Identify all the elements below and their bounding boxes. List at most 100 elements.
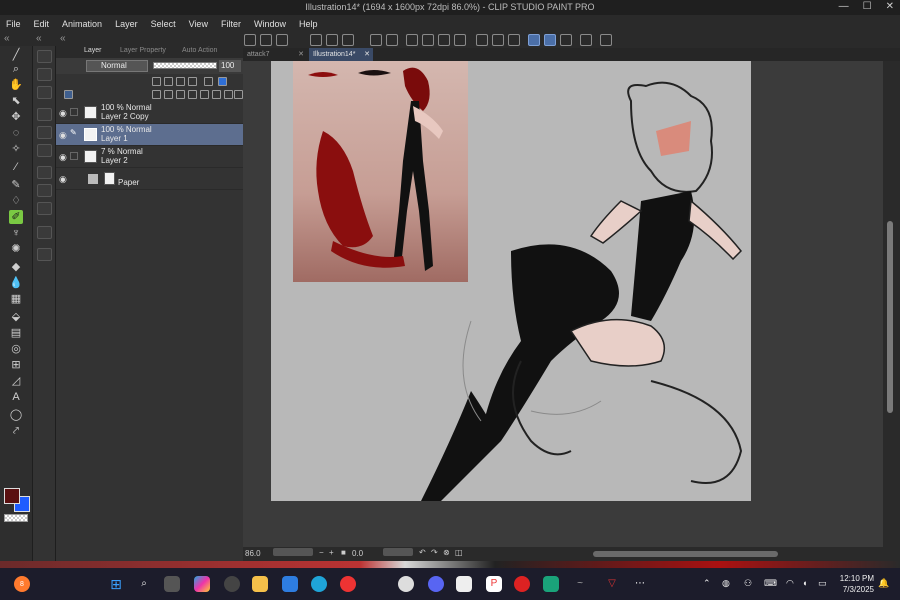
- tray-app-2-icon[interactable]: ⚇: [744, 578, 752, 589]
- magic-wand-icon[interactable]: ✧: [9, 142, 23, 156]
- rotate-right-icon[interactable]: ↷: [431, 548, 438, 557]
- search-icon[interactable]: ⌕: [136, 576, 152, 592]
- zoom-value[interactable]: 86.0: [245, 549, 261, 558]
- ruler-icon[interactable]: ◿: [9, 374, 23, 388]
- collapse-sub-icon[interactable]: «: [36, 33, 42, 44]
- keyboard-icon[interactable]: ⌨: [764, 578, 777, 589]
- menu-window[interactable]: Window: [254, 19, 286, 29]
- sub-tool-button-8[interactable]: [37, 184, 52, 197]
- edge-icon[interactable]: [311, 576, 327, 592]
- new-icon[interactable]: [244, 34, 256, 46]
- minimize-icon[interactable]: —: [839, 1, 849, 12]
- zoom-slider[interactable]: [273, 548, 313, 556]
- layer-row[interactable]: ◉ ✎ 100 % Normal Layer 1: [56, 124, 243, 146]
- sub-tool-button-4[interactable]: [37, 108, 52, 121]
- reference-icon[interactable]: [176, 77, 185, 86]
- opacity-slider[interactable]: [153, 62, 217, 69]
- task-view-icon[interactable]: [164, 576, 180, 592]
- move-icon[interactable]: ✥: [9, 110, 23, 124]
- battery-icon[interactable]: ▭: [818, 578, 827, 589]
- system-clock[interactable]: 12:10 PM 7/3/2025: [834, 573, 874, 595]
- deselect-icon[interactable]: [406, 34, 418, 46]
- collapse-left-icon[interactable]: «: [4, 33, 10, 44]
- cut-icon[interactable]: [326, 34, 338, 46]
- apply-mask-icon[interactable]: [224, 90, 233, 99]
- invert-selection-icon[interactable]: [422, 34, 434, 46]
- airbrush-icon[interactable]: ♆: [9, 226, 23, 240]
- sub-tool-button-10[interactable]: [37, 226, 52, 239]
- close-icon[interactable]: ✕: [886, 1, 894, 12]
- transparent-color-swatch[interactable]: [4, 514, 28, 522]
- snap-icon[interactable]: [476, 34, 488, 46]
- pen-stabilizer-icon[interactable]: [528, 34, 540, 46]
- tab-layer-property[interactable]: Layer Property: [120, 47, 166, 54]
- ink-pen-icon[interactable]: ✐: [9, 210, 23, 224]
- redo-icon[interactable]: [386, 34, 398, 46]
- blend-mode-select[interactable]: Normal: [86, 60, 148, 72]
- close-tab-icon[interactable]: ✕: [364, 48, 370, 61]
- gradient-icon[interactable]: ▤: [9, 326, 23, 340]
- collapse-layer-icon[interactable]: «: [60, 33, 66, 44]
- settings-icon[interactable]: [600, 34, 612, 46]
- layer-select-checkbox[interactable]: [70, 108, 78, 116]
- zoom-in-icon[interactable]: +: [329, 548, 334, 557]
- app-icon-green[interactable]: [543, 576, 559, 592]
- trash-icon[interactable]: [234, 90, 243, 99]
- store-icon[interactable]: [282, 576, 298, 592]
- menu-filter[interactable]: Filter: [221, 19, 241, 29]
- frame-icon[interactable]: ⊞: [9, 358, 23, 372]
- volume-icon[interactable]: ◖: [802, 578, 807, 588]
- menu-layer[interactable]: Layer: [115, 19, 138, 29]
- fit-icon[interactable]: ■: [341, 548, 346, 557]
- reset-rotation-icon[interactable]: ⊗: [443, 548, 450, 557]
- device-icon[interactable]: [580, 34, 592, 46]
- fill-bucket-icon[interactable]: ⬙: [9, 310, 23, 324]
- zoom-out-icon[interactable]: −: [319, 548, 324, 557]
- horizontal-scroll-thumb[interactable]: [593, 551, 778, 557]
- tab-layer[interactable]: Layer: [84, 47, 102, 54]
- correct-line-icon[interactable]: ⤤: [9, 424, 23, 438]
- pen-pressure-icon[interactable]: [544, 34, 556, 46]
- discord-icon[interactable]: [428, 576, 444, 592]
- new-raster-layer-icon[interactable]: [152, 90, 161, 99]
- eye-icon[interactable]: ◉: [59, 130, 67, 141]
- menu-animation[interactable]: Animation: [62, 19, 102, 29]
- sub-tool-button-2[interactable]: [37, 68, 52, 81]
- tray-app-icon[interactable]: ◍: [722, 578, 730, 589]
- new-vector-layer-icon[interactable]: [164, 90, 173, 99]
- figure-tool-icon[interactable]: ◎: [9, 342, 23, 356]
- sub-tool-button-5[interactable]: [37, 126, 52, 139]
- opacity-value[interactable]: 100: [219, 60, 241, 72]
- text-icon[interactable]: A: [9, 390, 23, 404]
- eraser-icon[interactable]: ◆: [9, 260, 23, 274]
- hand-icon[interactable]: ✋: [9, 78, 23, 92]
- menu-help[interactable]: Help: [299, 19, 318, 29]
- tab-illustration14[interactable]: Illustration14* ✕: [309, 48, 373, 61]
- transform-icon[interactable]: [454, 34, 466, 46]
- draft-icon[interactable]: [188, 77, 197, 86]
- opera-icon[interactable]: [514, 576, 530, 592]
- layer-row[interactable]: ◉ 7 % Normal Layer 2: [56, 146, 243, 168]
- app-icon-p[interactable]: P: [486, 576, 502, 592]
- app-icon-v[interactable]: ▽: [604, 576, 620, 592]
- blend-icon[interactable]: 💧: [9, 276, 23, 290]
- snap-ruler-icon[interactable]: [492, 34, 504, 46]
- close-tab-icon[interactable]: ✕: [298, 48, 304, 61]
- sub-tool-button-1[interactable]: [37, 50, 52, 63]
- tab-auto-action[interactable]: Auto Action: [182, 47, 217, 54]
- layer-select-checkbox[interactable]: [70, 152, 78, 160]
- main-color-swatch[interactable]: [4, 488, 20, 504]
- app-icon[interactable]: [398, 576, 414, 592]
- file-explorer-icon[interactable]: [252, 576, 268, 592]
- eye-icon[interactable]: ◉: [59, 152, 67, 163]
- layer-mask-icon[interactable]: [212, 90, 221, 99]
- app-circle-icon[interactable]: [224, 576, 240, 592]
- undo-icon[interactable]: [370, 34, 382, 46]
- canvas-workspace[interactable]: [243, 61, 883, 547]
- layer-lock-icon[interactable]: [152, 77, 161, 86]
- layer-row[interactable]: ◉ 100 % Normal Layer 2 Copy: [56, 102, 243, 124]
- layer-row[interactable]: ◉ Paper: [56, 168, 243, 190]
- pencil-icon[interactable]: ✎: [9, 178, 23, 192]
- lasso-icon[interactable]: ◌: [9, 126, 23, 140]
- vertical-scroll-thumb[interactable]: [887, 221, 893, 413]
